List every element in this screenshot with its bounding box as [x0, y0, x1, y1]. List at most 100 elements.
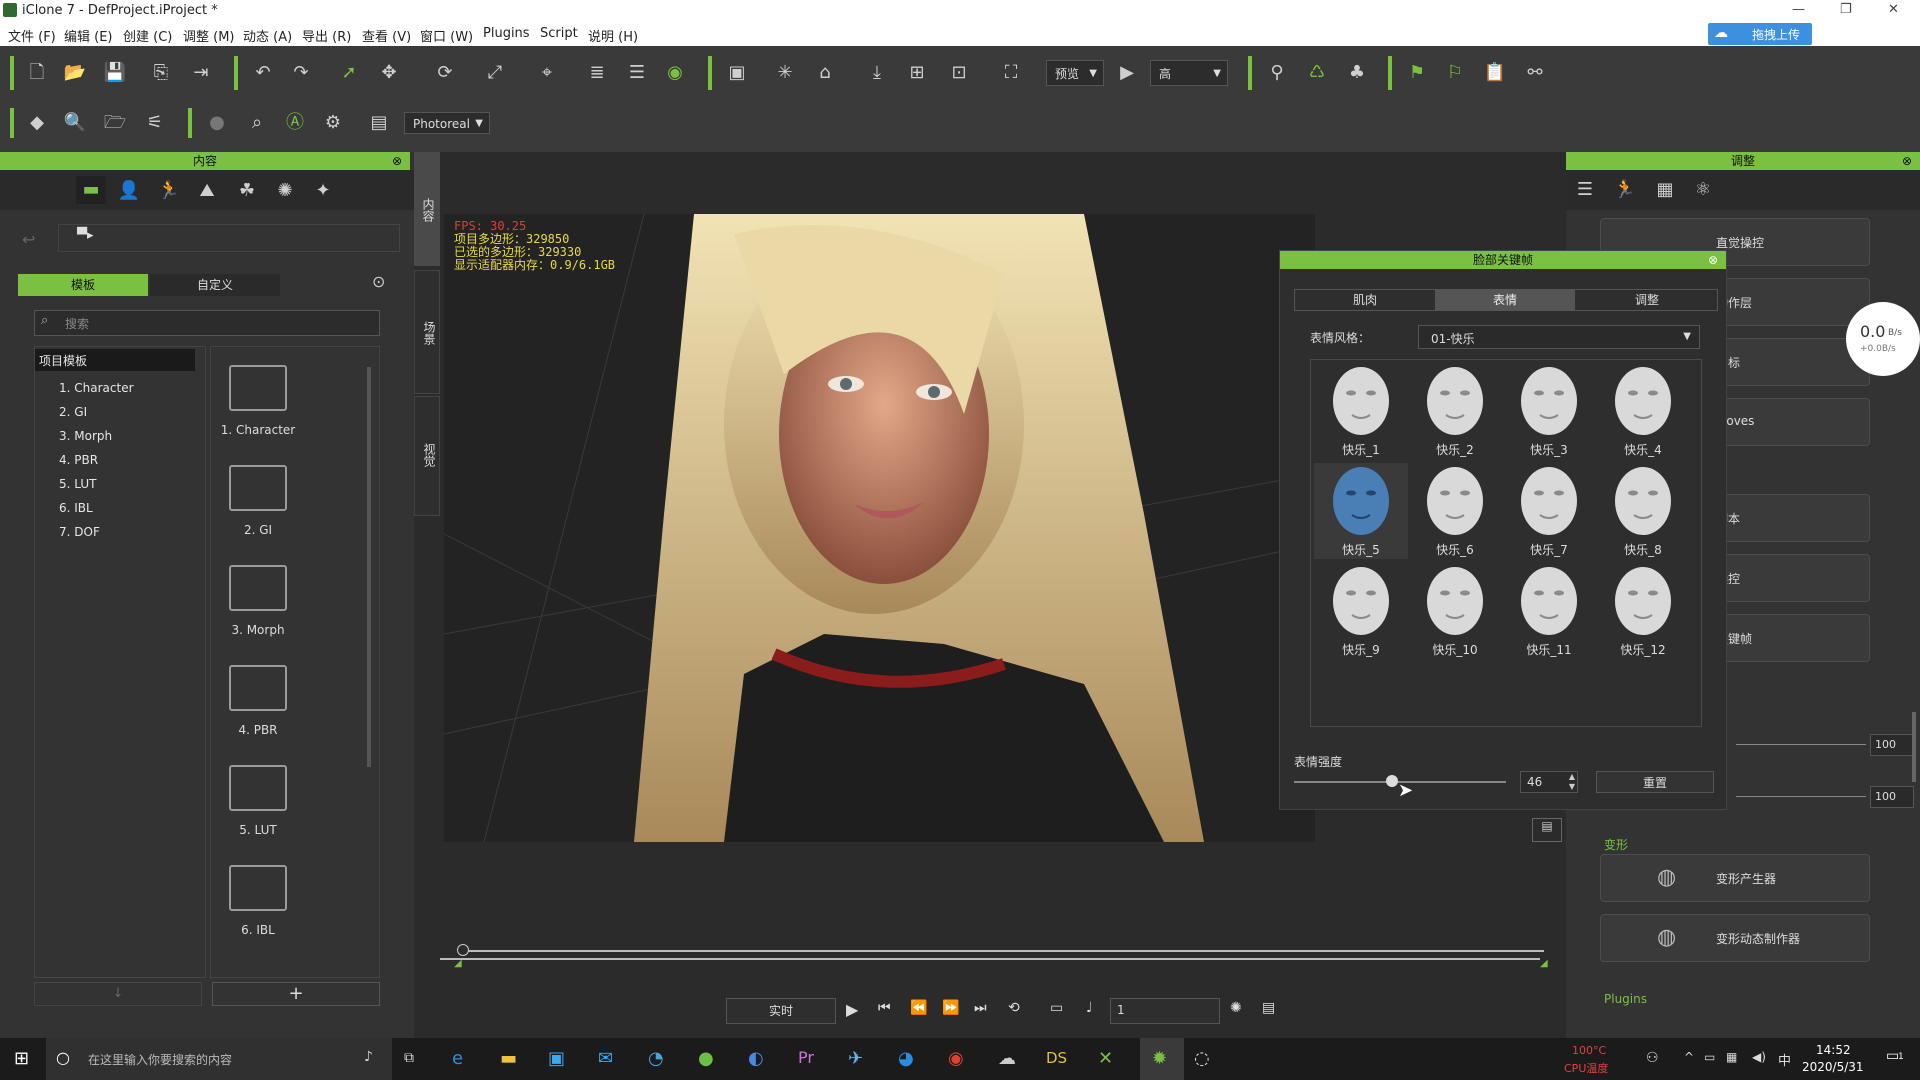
- select-arrow-icon[interactable]: ➚: [336, 60, 362, 86]
- export-icon[interactable]: ⇥: [188, 60, 214, 86]
- search-input[interactable]: ⌕ 搜索: [34, 310, 380, 336]
- character-creator-icon[interactable]: ✕: [1098, 1048, 1113, 1069]
- app-bird-icon[interactable]: ✈: [848, 1048, 863, 1069]
- maximize-icon[interactable]: ❐: [1840, 2, 1852, 17]
- scale-icon[interactable]: ⤢: [482, 60, 508, 86]
- chrome-icon[interactable]: ◉: [948, 1048, 964, 1069]
- save-icon[interactable]: 💾: [102, 60, 128, 86]
- timeline-handle[interactable]: [457, 944, 469, 956]
- expression-thumbnail[interactable]: 快乐_3: [1502, 363, 1596, 459]
- edge-icon[interactable]: e: [452, 1048, 463, 1069]
- app-green-icon[interactable]: ●: [698, 1048, 714, 1069]
- expression-thumbnail[interactable]: 快乐_11: [1502, 563, 1596, 659]
- tree-item[interactable]: 5. LUT: [59, 477, 96, 491]
- puppet-icon[interactable]: ♣: [1344, 60, 1370, 86]
- light-icon[interactable]: ✳: [772, 60, 798, 86]
- avatar-icon[interactable]: 👤: [116, 178, 142, 204]
- preview-select[interactable]: 预览 ▼: [1046, 60, 1104, 86]
- download-icon[interactable]: ↓: [34, 982, 202, 1006]
- atom-icon[interactable]: ⚛: [1690, 177, 1716, 203]
- app-circle-icon[interactable]: ◌: [1194, 1048, 1210, 1069]
- expression-thumbnail[interactable]: 快乐_9: [1314, 563, 1408, 659]
- tree-item[interactable]: 2. GI: [59, 405, 87, 419]
- pin-icon[interactable]: ◆: [24, 110, 50, 136]
- battery-icon[interactable]: ▭: [1704, 1050, 1715, 1064]
- morph-animator-button[interactable]: ◍ 变形动态制作器: [1600, 914, 1870, 962]
- close-icon[interactable]: ⊗: [1902, 152, 1912, 170]
- rotate-icon[interactable]: ⟳: [432, 60, 458, 86]
- folder-item[interactable]: 4. PBR: [229, 665, 303, 737]
- prop-icon[interactable]: ☘: [234, 178, 260, 204]
- tree-item[interactable]: 6. IBL: [59, 501, 93, 515]
- folder-open-icon[interactable]: 🗁: [102, 110, 128, 136]
- quality-select[interactable]: 高 ▼: [1150, 60, 1228, 86]
- playback-mode-button[interactable]: 实时: [726, 998, 836, 1024]
- camera-icon[interactable]: ▶: [1114, 60, 1140, 86]
- settings-sliders-icon[interactable]: ⚙: [320, 110, 346, 136]
- modify-sliders-icon[interactable]: ☰: [1572, 177, 1598, 203]
- file-explorer-icon[interactable]: ▬: [500, 1048, 517, 1069]
- value-slider-1[interactable]: [1736, 744, 1866, 745]
- tree-item[interactable]: 1. Character: [59, 381, 134, 395]
- undo-icon[interactable]: ↶: [250, 60, 276, 86]
- store-icon[interactable]: ▣: [548, 1048, 565, 1069]
- ime-indicator[interactable]: 中: [1778, 1050, 1791, 1069]
- menu-export[interactable]: 导出 (R): [302, 26, 351, 45]
- scrollbar[interactable]: [1912, 712, 1916, 782]
- folder-item[interactable]: 2. GI: [229, 465, 303, 537]
- daz-studio-icon[interactable]: DS: [1046, 1049, 1067, 1067]
- upload-button[interactable]: ☁ 拖拽上传: [1708, 23, 1812, 45]
- menu-script[interactable]: Script: [540, 26, 578, 41]
- strength-slider-thumb[interactable]: [1385, 775, 1398, 787]
- mocap-icon[interactable]: ⚑: [1404, 60, 1430, 86]
- value-slider-2[interactable]: [1736, 796, 1866, 797]
- close-icon[interactable]: ⊗: [392, 152, 402, 170]
- strength-input[interactable]: 46 ▲ ▼: [1520, 771, 1578, 793]
- rewind-icon[interactable]: ⏪: [910, 1000, 927, 1016]
- scene-icon[interactable]: ⛰: [194, 178, 220, 204]
- folder-item[interactable]: 1. Character: [221, 365, 303, 437]
- link-icon[interactable]: ⚯: [1522, 60, 1548, 86]
- clock-time[interactable]: 14:52: [1816, 1043, 1851, 1057]
- menu-help[interactable]: 说明 (H): [588, 26, 638, 45]
- open-folder-icon[interactable]: 📂: [62, 60, 88, 86]
- fit-icon[interactable]: ⊞: [904, 60, 930, 86]
- animation-figure-icon[interactable]: 🏃: [1612, 177, 1638, 203]
- app-blue-icon[interactable]: ◐: [748, 1048, 764, 1069]
- network-icon[interactable]: ▦: [1726, 1050, 1737, 1064]
- windows-start-icon[interactable]: ⊞: [14, 1048, 29, 1069]
- premiere-icon[interactable]: Pr: [798, 1048, 814, 1067]
- task-view-icon[interactable]: ⧉: [404, 1050, 414, 1066]
- menu-animation[interactable]: 动态 (A): [243, 26, 292, 45]
- comment-icon[interactable]: ▤: [1532, 818, 1562, 842]
- fast-forward-icon[interactable]: ⏩: [942, 1000, 959, 1016]
- side-tab-scene[interactable]: 场景: [414, 270, 440, 394]
- menu-create[interactable]: 创建 (C): [123, 26, 172, 45]
- tab-expression[interactable]: 表情: [1435, 290, 1575, 310]
- inspect-icon[interactable]: ⌕: [244, 110, 270, 136]
- menu-edit[interactable]: 编辑 (E): [64, 26, 113, 45]
- expression-thumbnail[interactable]: 快乐_6: [1408, 463, 1502, 559]
- volume-icon[interactable]: ◀): [1752, 1050, 1766, 1064]
- sliders-icon[interactable]: ⚟: [142, 110, 168, 136]
- subtitle-icon[interactable]: ▭: [1050, 1000, 1063, 1016]
- tree-item[interactable]: 4. PBR: [59, 453, 98, 467]
- bone-icon[interactable]: ⚲: [1264, 60, 1290, 86]
- close-icon[interactable]: ⊗: [1708, 251, 1718, 269]
- move-icon[interactable]: ✥: [376, 60, 402, 86]
- scrollbar[interactable]: [367, 367, 371, 767]
- drop-icon[interactable]: ⤓: [864, 60, 890, 86]
- expression-thumbnail[interactable]: 快乐_12: [1596, 563, 1690, 659]
- app-gray-icon[interactable]: ☁: [998, 1048, 1016, 1069]
- align-icon[interactable]: ≣: [584, 60, 610, 86]
- settings-gear-icon[interactable]: ✺: [1230, 1000, 1242, 1016]
- minimize-icon[interactable]: —: [1792, 2, 1805, 17]
- frame-input[interactable]: 1: [1110, 998, 1220, 1024]
- expression-thumbnail[interactable]: 快乐_8: [1596, 463, 1690, 559]
- new-file-icon[interactable]: 🗋: [24, 60, 50, 86]
- style-select[interactable]: 01-快乐 ▼: [1418, 325, 1700, 349]
- skip-end-icon[interactable]: ⏭: [974, 1000, 987, 1016]
- menu-file[interactable]: 文件 (F): [8, 26, 56, 45]
- visibility-eye-icon[interactable]: ◉: [662, 60, 688, 86]
- tree-item[interactable]: 7. DOF: [59, 525, 100, 539]
